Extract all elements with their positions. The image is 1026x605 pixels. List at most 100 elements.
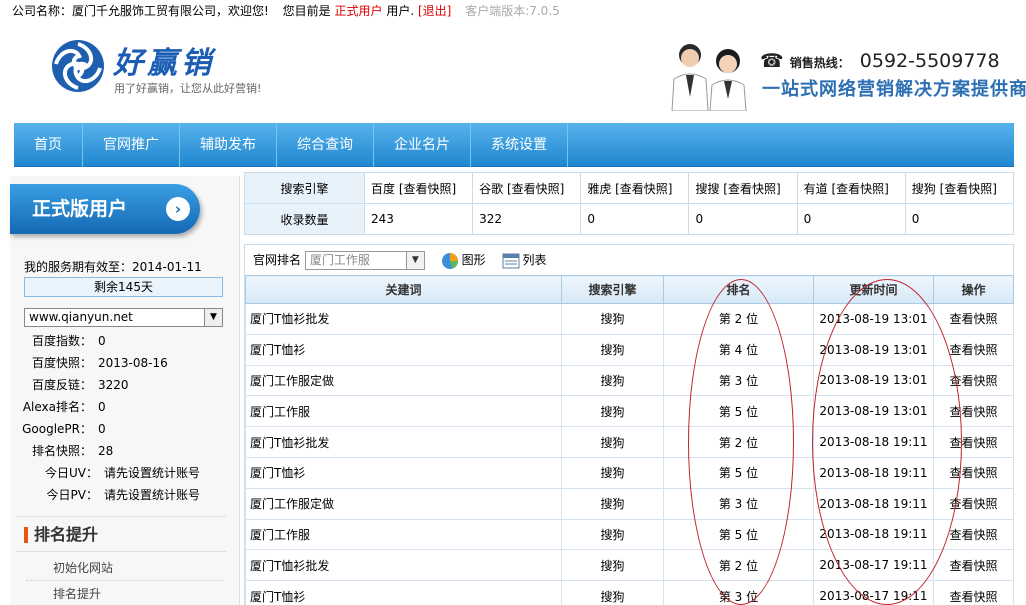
- engine-cell: 搜狗: [561, 333, 664, 366]
- engine-row-head: 搜索引擎: [244, 172, 365, 204]
- engine-sogou[interactable]: 搜狗 [查看快照]: [904, 172, 1015, 204]
- keyword-cell: 厦门工作服: [245, 395, 562, 428]
- chevron-down-icon[interactable]: ▼: [204, 309, 222, 326]
- service-expiry: 我的服务期有效至：2014-01-11: [24, 258, 202, 275]
- status-suffix: 用户.: [386, 4, 415, 18]
- site-select-value: www.qianyun.net: [29, 310, 133, 324]
- menu-init-site[interactable]: 初始化网站: [26, 555, 224, 581]
- chevron-right-icon[interactable]: ›: [166, 197, 190, 221]
- stat-row: Alexa排名： 0: [10, 396, 240, 418]
- col-keyword: 关建词: [245, 275, 562, 304]
- remaining-days: 剩余145天: [24, 277, 223, 297]
- user-type-badge[interactable]: 正式版用户 ›: [10, 184, 200, 234]
- nav-website-promotion[interactable]: 官网推广: [83, 123, 180, 167]
- engine-soso[interactable]: 搜搜 [查看快照]: [688, 172, 798, 204]
- keyword-cell: 厦门T恤衫批发: [245, 426, 562, 458]
- chevron-down-icon[interactable]: ▼: [405, 252, 424, 269]
- annotation-ellipse-time: [812, 279, 962, 605]
- keyword-cell: 厦门工作服定做: [245, 487, 562, 520]
- engine-youdao[interactable]: 有道 [查看快照]: [796, 172, 906, 204]
- view-snapshot-link[interactable]: 查看快照: [933, 580, 1014, 605]
- badge-label: 正式版用户: [32, 198, 128, 220]
- stat-key: 排名快照：: [31, 444, 92, 458]
- engine-cell: 搜狗: [561, 487, 664, 520]
- count-google: 322: [472, 203, 582, 235]
- stat-value: 2013-08-16: [98, 356, 168, 370]
- service-date: 2014-01-11: [132, 260, 202, 274]
- engine-google[interactable]: 谷歌 [查看快照]: [472, 172, 582, 204]
- engine-cell: 搜狗: [561, 518, 664, 551]
- swirl-logo-icon: [52, 40, 104, 92]
- stat-row: 今日PV： 请先设置统计账号: [10, 484, 240, 506]
- stat-value: 请先设置统计账号: [104, 466, 201, 480]
- site-stats: 百度指数： 0 百度快照： 2013-08-16 百度反链： 3220 Alexa排名…: [10, 330, 240, 506]
- list-view-button[interactable]: 列表: [523, 253, 547, 267]
- nav-business-card[interactable]: 企业名片: [374, 123, 471, 167]
- site-select[interactable]: www.qianyun.net ▼: [24, 308, 223, 327]
- banner-slogan: 一站式网络营销解决方案提供商: [762, 79, 1026, 100]
- ranking-toolbar: 官网排名 厦门工作服 ▼ 图形 列表: [245, 245, 1013, 275]
- stat-key: Alexa排名：: [22, 400, 92, 414]
- section-marker-icon: [24, 527, 28, 543]
- count-youdao: 0: [796, 203, 906, 235]
- keyword-cell: 厦门T恤衫批发: [245, 303, 562, 335]
- nav-home[interactable]: 首页: [14, 123, 83, 167]
- customer-service-people-icon: [671, 44, 747, 111]
- chart-view-button[interactable]: 图形: [462, 253, 486, 267]
- stat-row: 百度指数： 0: [10, 330, 240, 352]
- annotation-ellipse-rank: [688, 279, 794, 605]
- keyword-cell: 厦门T恤衫: [245, 456, 562, 489]
- keyword-select-value: 厦门工作服: [309, 253, 370, 267]
- count-row: 收录数量 243 322 0 0 0 0: [244, 203, 1015, 235]
- engine-cell: 搜狗: [561, 395, 664, 428]
- nav-comprehensive-query[interactable]: 综合查询: [277, 123, 374, 167]
- nav-system-settings[interactable]: 系统设置: [471, 123, 568, 167]
- view-snapshot-link[interactable]: 查看快照: [933, 303, 1014, 335]
- company-welcome: 公司名称：厦门千允服饰工贸有限公司，欢迎您!: [12, 4, 269, 18]
- stat-row: GooglePR： 0: [10, 418, 240, 440]
- keyword-select[interactable]: 厦门工作服 ▼: [304, 251, 425, 270]
- count-yahoo: 0: [580, 203, 690, 235]
- menu-rank-boost[interactable]: 排名提升: [26, 581, 224, 605]
- top-status-bar: 公司名称：厦门千允服饰工贸有限公司，欢迎您! 您目前是 正式用户 用户. [退出…: [0, 0, 1026, 22]
- hotline-label: 销售热线：: [789, 56, 850, 70]
- keyword-cell: 厦门T恤衫批发: [245, 549, 562, 582]
- stat-row: 排名快照： 28: [10, 440, 240, 462]
- nav-assisted-publishing[interactable]: 辅助发布: [180, 123, 277, 167]
- stat-value: 3220: [98, 378, 129, 392]
- view-snapshot-link[interactable]: 查看快照: [933, 549, 1014, 582]
- stat-row: 今日UV： 请先设置统计账号: [10, 462, 240, 484]
- main-nav: 首页 官网推广 辅助发布 综合查询 企业名片 系统设置: [14, 123, 1014, 167]
- logo-text: 好赢销: [113, 46, 215, 81]
- count-baidu: 243: [363, 203, 474, 235]
- keyword-cell: 厦门工作服: [245, 518, 562, 551]
- section-title-label: 排名提升: [34, 525, 99, 544]
- engine-cell: 搜狗: [561, 364, 664, 397]
- hotline-number: 0592-5509778: [859, 50, 1000, 72]
- sales-hotline: ☎ 销售热线： 0592-5509778: [760, 50, 1000, 72]
- stat-row: 百度反链： 3220: [10, 374, 240, 396]
- stat-key: 今日UV：: [45, 466, 98, 480]
- stat-value: 0: [98, 334, 106, 348]
- sidebar: 正式版用户 › 我的服务期有效至：2014-01-11 剩余145天 www.q…: [10, 176, 240, 605]
- col-action: 操作: [933, 275, 1014, 304]
- pie-chart-icon[interactable]: [441, 252, 459, 270]
- col-engine: 搜索引擎: [561, 275, 664, 304]
- stat-key: 今日PV：: [46, 488, 98, 502]
- engine-cell: 搜狗: [561, 303, 664, 335]
- engine-cell: 搜狗: [561, 549, 664, 582]
- header: 好赢销 用了好赢销，让您从此好营销! ☎ 销售热线： 0592-5509778 …: [0, 22, 1026, 122]
- stat-value: 请先设置统计账号: [104, 488, 201, 502]
- keyword-cell: 厦门T恤衫: [245, 333, 562, 366]
- logo-slogan: 用了好赢销，让您从此好营销!: [114, 82, 262, 95]
- stat-value: 28: [98, 444, 114, 458]
- section-title-ranking: 排名提升: [16, 516, 226, 552]
- engine-yahoo[interactable]: 雅虎 [查看快照]: [580, 172, 690, 204]
- ranking-label: 官网排名: [253, 253, 302, 267]
- engine-baidu[interactable]: 百度 [查看快照]: [363, 172, 474, 204]
- engine-row: 搜索引擎 百度 [查看快照] 谷歌 [查看快照] 雅虎 [查看快照] 搜搜 [查…: [244, 172, 1015, 204]
- list-view-icon[interactable]: [502, 252, 520, 270]
- logout-link[interactable]: [退出]: [418, 4, 451, 18]
- stat-value: 0: [98, 422, 106, 436]
- status-prefix: 您目前是: [282, 4, 331, 18]
